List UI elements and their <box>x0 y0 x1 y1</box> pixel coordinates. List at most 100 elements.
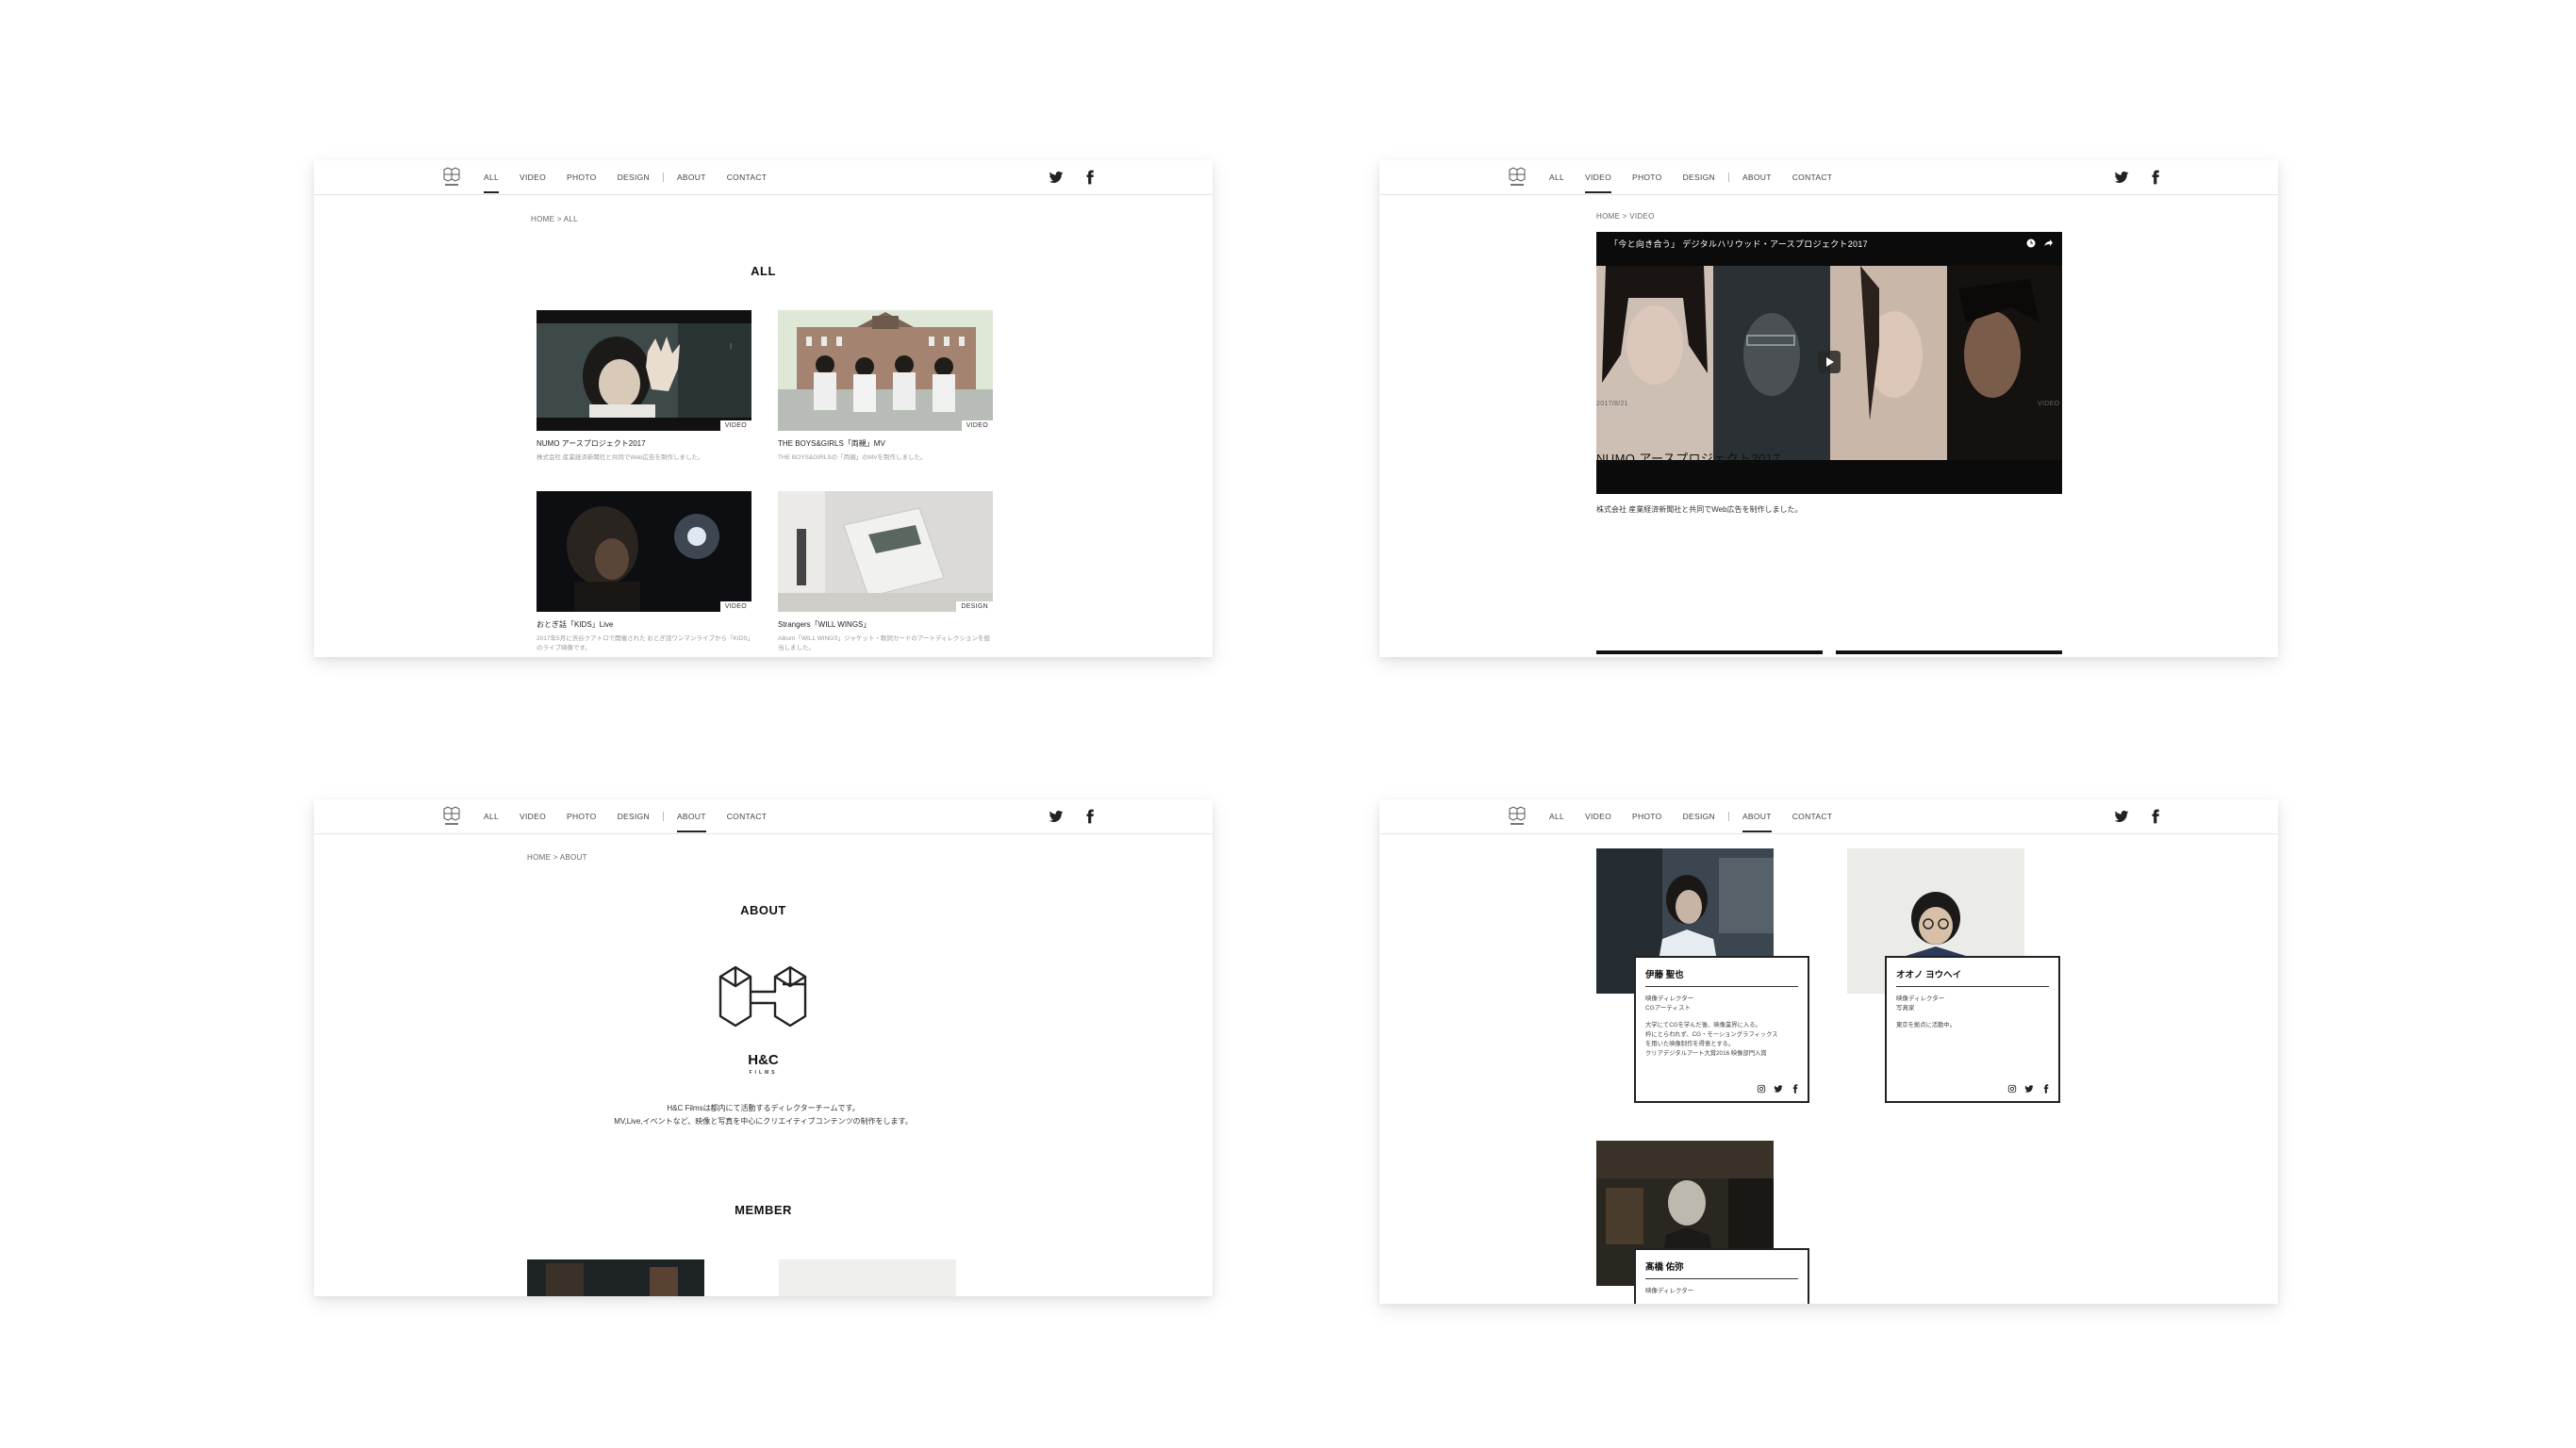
top-nav: ALL VIDEO PHOTO DESIGN ABOUT CONTACT <box>314 160 1213 195</box>
clock-icon[interactable] <box>2026 239 2036 248</box>
logo-icon[interactable] <box>1507 805 1527 828</box>
work-description: 2017年5月に渋谷クアトロで開催された おとぎ話ワンマンライブから「KIDS」… <box>537 635 751 651</box>
nav-item-all[interactable]: ALL <box>484 160 500 194</box>
member-photo[interactable] <box>779 1259 956 1296</box>
member-name: 髙橋 佑弥 <box>1645 1259 1798 1279</box>
work-card[interactable]: | VIDEO NUMO アースプロジェクト2017 株式会社 産業経済新聞社と… <box>537 310 751 463</box>
nav-item-all[interactable]: ALL <box>484 799 499 833</box>
nav-divider <box>662 812 664 821</box>
nav-item-about[interactable]: ABOUT <box>1742 160 1772 194</box>
twitter-icon[interactable] <box>2114 170 2129 185</box>
logo-icon[interactable] <box>1507 166 1527 189</box>
post-category: VIDEO <box>2038 401 2060 407</box>
facebook-icon[interactable] <box>1082 809 1098 824</box>
member-bio: 東京を拠点に活動中。 <box>1896 1022 1956 1028</box>
nav-menu: ALL VIDEO PHOTO DESIGN ABOUT CONTACT <box>1549 160 1853 194</box>
breadcrumb: HOME > ALL <box>531 215 578 223</box>
twitter-icon[interactable] <box>1049 809 1064 824</box>
nav-item-video[interactable]: VIDEO <box>520 799 546 833</box>
page-title: ABOUT <box>740 903 786 917</box>
screen-video-detail: ALL VIDEO PHOTO DESIGN ABOUT CONTACT HOM… <box>1379 160 2278 657</box>
nav-item-design[interactable]: DESIGN <box>618 160 650 194</box>
nav-item-contact[interactable]: CONTACT <box>1792 799 1833 833</box>
nav-item-all[interactable]: ALL <box>1549 160 1564 194</box>
breadcrumb: HOME > VIDEO <box>1596 212 1655 221</box>
nav-divider <box>1727 173 1729 182</box>
work-thumbnail[interactable]: VIDEO <box>778 310 993 431</box>
twitter-icon[interactable] <box>1774 1084 1783 1094</box>
facebook-icon[interactable] <box>2148 170 2163 185</box>
member-social-links <box>1757 1084 1800 1094</box>
member-name: 伊藤 聖也 <box>1645 967 1798 987</box>
post-title: NUMO アースプロジェクト2017 <box>1596 452 1781 466</box>
work-title[interactable]: Strangers「WILL WINGS」 <box>778 619 993 630</box>
work-thumbnail[interactable]: | VIDEO <box>537 310 751 431</box>
member-card: 髙橋 佑弥 映像ディレクター <box>1634 1248 1809 1304</box>
about-description: H&C Filmsは都内にて活動するディレクターチームです。 <box>667 1104 860 1112</box>
work-thumbnail[interactable]: DESIGN <box>778 491 993 612</box>
twitter-icon[interactable] <box>2024 1084 2034 1094</box>
video-title: 「今と向き合う」 デジタルハリウッド・アースプロジェクト2017 <box>1610 239 1868 249</box>
work-title[interactable]: THE BOYS&GIRLS「両親」MV <box>778 438 993 449</box>
nav-item-all[interactable]: ALL <box>1549 799 1564 833</box>
nav-item-video[interactable]: VIDEO <box>1585 799 1611 833</box>
work-description: 株式会社 産業経済新聞社と共同でWeb広告を制作しました。 <box>537 454 704 461</box>
screen-about: ALL VIDEO PHOTO DESIGN ABOUT CONTACT HOM… <box>314 799 1213 1296</box>
top-nav: ALL VIDEO PHOTO DESIGN ABOUT CONTACT <box>1379 160 2278 195</box>
work-card[interactable]: VIDEO おとぎ話「KIDS」Live 2017年5月に渋谷クアトロで開催され… <box>537 491 751 653</box>
breadcrumb: HOME > ABOUT <box>527 853 587 862</box>
facebook-icon[interactable] <box>2148 809 2163 824</box>
logo-icon[interactable] <box>441 166 462 189</box>
twitter-icon[interactable] <box>1049 170 1064 185</box>
twitter-icon[interactable] <box>2114 809 2129 824</box>
prev-post-bar[interactable] <box>1596 650 1823 654</box>
member-card: 伊藤 聖也 映像ディレクター CGアーティスト 大学にてCGを学んだ後、映像業界… <box>1634 956 1809 1103</box>
nav-item-contact[interactable]: CONTACT <box>727 799 768 833</box>
instagram-icon[interactable] <box>1757 1084 1766 1094</box>
member-photo[interactable] <box>527 1259 704 1296</box>
play-icon[interactable] <box>1818 351 1841 373</box>
facebook-icon[interactable] <box>1791 1084 1800 1094</box>
svg-text:|: | <box>730 343 732 350</box>
nav-item-contact[interactable]: CONTACT <box>1792 160 1833 194</box>
about-description: MV,Live,イベントなど、映像と写真を中心にクリエイティブコンテンツの制作を… <box>614 1117 913 1126</box>
nav-item-design[interactable]: DESIGN <box>1683 160 1715 194</box>
instagram-icon[interactable] <box>2007 1084 2017 1094</box>
nav-item-contact[interactable]: CONTACT <box>727 160 768 194</box>
nav-item-photo[interactable]: PHOTO <box>1632 799 1662 833</box>
nav-item-about[interactable]: ABOUT <box>676 799 706 833</box>
nav-item-video[interactable]: VIDEO <box>1585 160 1611 194</box>
nav-item-photo[interactable]: PHOTO <box>567 160 597 194</box>
member-name: オオノ ヨウヘイ <box>1896 967 2049 987</box>
nav-divider <box>1727 812 1729 821</box>
work-thumbnail[interactable]: VIDEO <box>537 491 751 612</box>
top-nav: ALL VIDEO PHOTO DESIGN ABOUT CONTACT <box>314 799 1213 834</box>
share-icon[interactable] <box>2043 239 2053 248</box>
category-badge: VIDEO <box>719 601 751 612</box>
member-role: 映像ディレクター CGアーティスト <box>1645 996 1694 1012</box>
nav-item-about[interactable]: ABOUT <box>1742 799 1772 833</box>
top-nav: ALL VIDEO PHOTO DESIGN ABOUT CONTACT <box>1379 799 2278 834</box>
member-bio: 大学にてCGを学んだ後、映像業界に入る。 枠にとらわれず、CG・モーショングラフ… <box>1645 1022 1778 1057</box>
facebook-icon[interactable] <box>2041 1084 2051 1094</box>
nav-item-photo[interactable]: PHOTO <box>1632 160 1662 194</box>
member-card: オオノ ヨウヘイ 映像ディレクター 写真家 東京を拠点に活動中。 <box>1885 956 2060 1103</box>
nav-item-design[interactable]: DESIGN <box>618 799 650 833</box>
nav-divider <box>662 173 664 182</box>
next-post-bar[interactable] <box>1836 650 2062 654</box>
category-badge: VIDEO <box>719 420 751 431</box>
facebook-icon[interactable] <box>1082 170 1098 185</box>
nav-item-photo[interactable]: PHOTO <box>567 799 597 833</box>
work-title[interactable]: NUMO アースプロジェクト2017 <box>537 438 751 449</box>
work-title[interactable]: おとぎ話「KIDS」Live <box>537 619 751 630</box>
member-social-links <box>2007 1084 2051 1094</box>
logo-icon[interactable] <box>441 805 462 828</box>
nav-item-about[interactable]: ABOUT <box>677 160 706 194</box>
work-card[interactable]: DESIGN Strangers「WILL WINGS」 Album「WILL … <box>778 491 993 653</box>
nav-item-design[interactable]: DESIGN <box>1683 799 1715 833</box>
work-card[interactable]: VIDEO THE BOYS&GIRLS「両親」MV THE BOYS&GIRL… <box>778 310 993 463</box>
work-description: Album「WILL WINGS」ジャケット・歌詞カードのアートディレクションを… <box>778 635 991 651</box>
screen-all: ALL VIDEO PHOTO DESIGN ABOUT CONTACT HOM… <box>314 160 1213 657</box>
category-badge: DESIGN <box>956 601 993 612</box>
nav-item-video[interactable]: VIDEO <box>520 160 546 194</box>
